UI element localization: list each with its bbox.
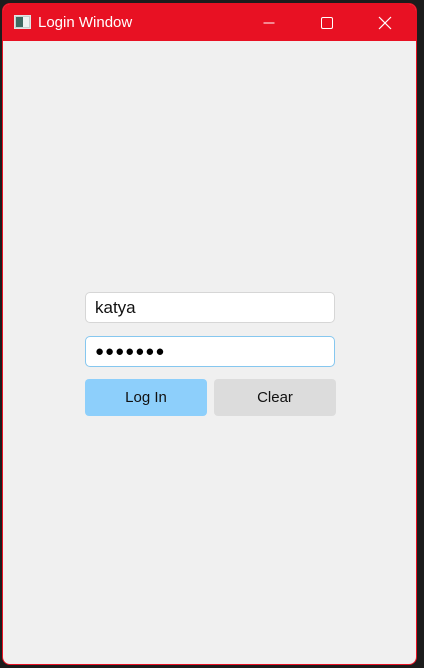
minimize-icon bbox=[263, 22, 275, 23]
login-button[interactable]: Log In bbox=[85, 379, 207, 416]
password-field[interactable]: ●●●●●●● bbox=[85, 336, 335, 367]
maximize-button[interactable] bbox=[304, 4, 350, 41]
username-field[interactable]: katya bbox=[85, 292, 335, 323]
title-bar[interactable]: Login Window bbox=[3, 4, 416, 41]
maximize-icon bbox=[321, 16, 333, 29]
clear-button[interactable]: Clear bbox=[214, 379, 336, 416]
window-title: Login Window bbox=[38, 14, 133, 31]
login-window: Login Window katya ●●●●●●● Log In Clear bbox=[2, 3, 417, 665]
close-icon bbox=[378, 16, 392, 29]
close-button[interactable] bbox=[362, 4, 408, 41]
minimize-button[interactable] bbox=[246, 4, 292, 41]
window-app-icon bbox=[14, 15, 31, 29]
